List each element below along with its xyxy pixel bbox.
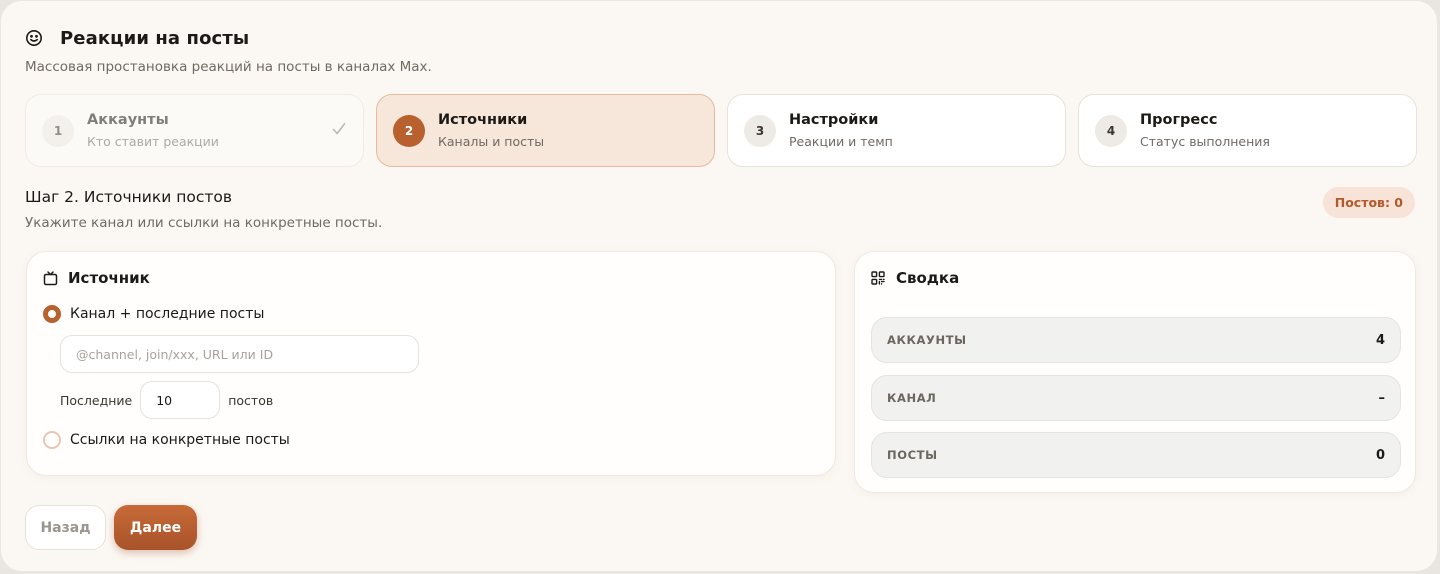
step-number: 3 (744, 114, 776, 147)
source-card: Источник Канал + последние посты Последн… (26, 251, 836, 476)
summary-row-accounts: АККАУНТЫ 4 (871, 317, 1401, 363)
step-title: Прогресс (1140, 112, 1218, 128)
step-accounts[interactable]: 1 Аккаунты Кто ставит реакции (25, 94, 364, 167)
radio-links[interactable] (43, 431, 61, 449)
section-title: Шаг 2. Источники постов (25, 188, 233, 206)
summary-value: – (1378, 390, 1386, 406)
check-icon (331, 121, 347, 137)
step-number: 1 (42, 114, 74, 147)
channel-input[interactable] (60, 335, 419, 373)
summary-value: 4 (1375, 332, 1385, 348)
smile-icon (25, 29, 43, 47)
page-title: Реакции на посты (60, 27, 250, 49)
summary-value: 0 (1375, 447, 1385, 463)
summary-label: АККАУНТЫ (887, 333, 967, 347)
step-title: Настройки (789, 112, 879, 128)
section-header: Шаг 2. Источники постов Укажите канал ил… (25, 188, 382, 231)
page-subtitle: Массовая простановка реакций на посты в … (25, 59, 432, 75)
grid-icon (871, 270, 886, 286)
posts-count-badge: Постов: 0 (1322, 187, 1415, 218)
step-description: Реакции и темп (789, 134, 893, 149)
back-button[interactable]: Назад (25, 505, 106, 550)
step-sources[interactable]: 2 Источники Каналы и посты (376, 94, 715, 167)
summary-card: Сводка АККАУНТЫ 4 КАНАЛ – ПОСТЫ 0 (854, 251, 1416, 493)
radio-links-label: Ссылки на конкретные посты (70, 432, 290, 448)
step-description: Каналы и посты (438, 134, 545, 149)
radio-channel[interactable] (43, 305, 61, 323)
step-description: Статус выполнения (1140, 134, 1270, 149)
summary-label: ПОСТЫ (887, 448, 938, 462)
next-button[interactable]: Далее (114, 505, 197, 550)
step-settings[interactable]: 3 Настройки Реакции и темп (727, 94, 1066, 167)
last-posts-row: Последние постов (60, 381, 273, 419)
step-number: 4 (1095, 114, 1127, 147)
page-header: Реакции на посты Массовая простановка ре… (25, 25, 432, 76)
radio-links-option[interactable]: Ссылки на конкретные посты (43, 431, 290, 449)
stepper: 1 Аккаунты Кто ставит реакции 2 Источник… (25, 94, 1417, 167)
step-description: Кто ставит реакции (87, 134, 219, 149)
summary-row-posts: ПОСТЫ 0 (871, 432, 1401, 478)
tv-icon (43, 270, 58, 286)
summary-label: КАНАЛ (887, 391, 937, 405)
posts-label: постов (228, 392, 274, 408)
radio-channel-label: Канал + последние посты (70, 306, 265, 322)
section-description: Укажите канал или ссылки на конкретные п… (25, 215, 383, 231)
summary-row-channel: КАНАЛ – (871, 375, 1401, 421)
radio-channel-option[interactable]: Канал + последние посты (43, 305, 264, 323)
last-posts-count-input[interactable] (140, 381, 221, 419)
reactions-panel: Реакции на посты Массовая простановка ре… (0, 0, 1438, 572)
summary-card-title: Сводка (896, 269, 960, 287)
step-title: Аккаунты (87, 112, 169, 128)
source-card-title: Источник (68, 269, 150, 287)
step-title: Источники (438, 112, 528, 128)
step-progress[interactable]: 4 Прогресс Статус выполнения (1078, 94, 1417, 167)
step-number: 2 (393, 114, 425, 147)
last-label: Последние (60, 392, 133, 408)
